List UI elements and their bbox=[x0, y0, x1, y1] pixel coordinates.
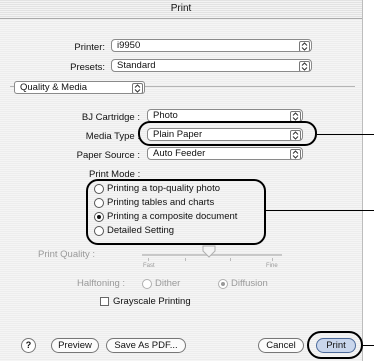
popup-arrows-icon bbox=[299, 61, 310, 71]
print-button-highlight bbox=[307, 331, 363, 359]
radio-tables-charts[interactable] bbox=[94, 198, 104, 208]
media-type-label: Media Type : bbox=[85, 131, 140, 142]
cartridge-label: BJ Cartridge : bbox=[81, 112, 140, 123]
printer-value: i9950 bbox=[117, 40, 141, 51]
slider-tick bbox=[230, 258, 231, 261]
callout-line bbox=[363, 345, 374, 346]
callout-line bbox=[317, 134, 374, 135]
radio-selected-dot bbox=[221, 282, 225, 286]
print-quality-label: Print Quality : bbox=[38, 249, 96, 260]
slider-tick bbox=[185, 258, 186, 261]
help-button[interactable]: ? bbox=[21, 338, 36, 353]
halftoning-label: Halftoning : bbox=[77, 278, 126, 289]
printer-popup[interactable]: i9950 bbox=[111, 39, 312, 52]
paper-source-popup[interactable]: Auto Feeder bbox=[147, 147, 303, 160]
grayscale-checkbox[interactable] bbox=[100, 297, 109, 306]
cancel-button[interactable]: Cancel bbox=[258, 338, 304, 353]
presets-popup[interactable]: Standard bbox=[111, 59, 312, 72]
panel-menu-value: Quality & Media bbox=[20, 82, 88, 93]
grayscale-label: Grayscale Printing bbox=[113, 296, 191, 307]
slider-min-label: Fast bbox=[143, 263, 155, 269]
radio-label-top-quality-photo: Printing a top-quality photo bbox=[107, 183, 221, 194]
title-bar: Print bbox=[0, 0, 362, 19]
print-quality-slider-thumb-icon[interactable] bbox=[202, 245, 216, 259]
callout-line bbox=[266, 210, 374, 211]
radio-selected-dot bbox=[97, 215, 101, 219]
save-as-pdf-button[interactable]: Save As PDF... bbox=[106, 338, 186, 353]
presets-value: Standard bbox=[117, 60, 156, 71]
popup-arrows-icon bbox=[290, 149, 301, 159]
radio-label-detailed-setting: Detailed Setting bbox=[107, 225, 175, 236]
paper-source-label: Paper Source : bbox=[76, 150, 140, 161]
radio-detailed-setting[interactable] bbox=[94, 226, 104, 236]
slider-max-label: Fine bbox=[266, 263, 278, 269]
radio-top-quality-photo[interactable] bbox=[94, 184, 104, 194]
radio-label-tables-charts: Printing tables and charts bbox=[107, 197, 215, 208]
printer-label: Printer: bbox=[74, 42, 105, 53]
radio-composite-document[interactable] bbox=[94, 212, 104, 222]
radio-label-diffusion: Diffusion bbox=[231, 278, 268, 289]
popup-arrows-icon bbox=[132, 83, 143, 93]
dialog-title: Print bbox=[170, 3, 192, 14]
slider-tick bbox=[148, 258, 149, 261]
media-type-highlight bbox=[138, 121, 317, 146]
radio-diffusion[interactable] bbox=[218, 279, 228, 289]
cartridge-value: Photo bbox=[153, 110, 178, 121]
popup-arrows-icon bbox=[299, 41, 310, 51]
print-dialog: Print Printer: i9950 Presets: Standard Q… bbox=[0, 0, 363, 361]
radio-label-composite-document: Printing a composite document bbox=[107, 211, 238, 222]
presets-label: Presets: bbox=[70, 62, 105, 73]
panel-menu-popup[interactable]: Quality & Media bbox=[14, 81, 145, 94]
paper-source-value: Auto Feeder bbox=[153, 148, 206, 159]
slider-tick bbox=[272, 258, 273, 261]
radio-dither[interactable] bbox=[142, 279, 152, 289]
preview-button[interactable]: Preview bbox=[51, 338, 99, 353]
radio-label-dither: Dither bbox=[155, 278, 181, 289]
